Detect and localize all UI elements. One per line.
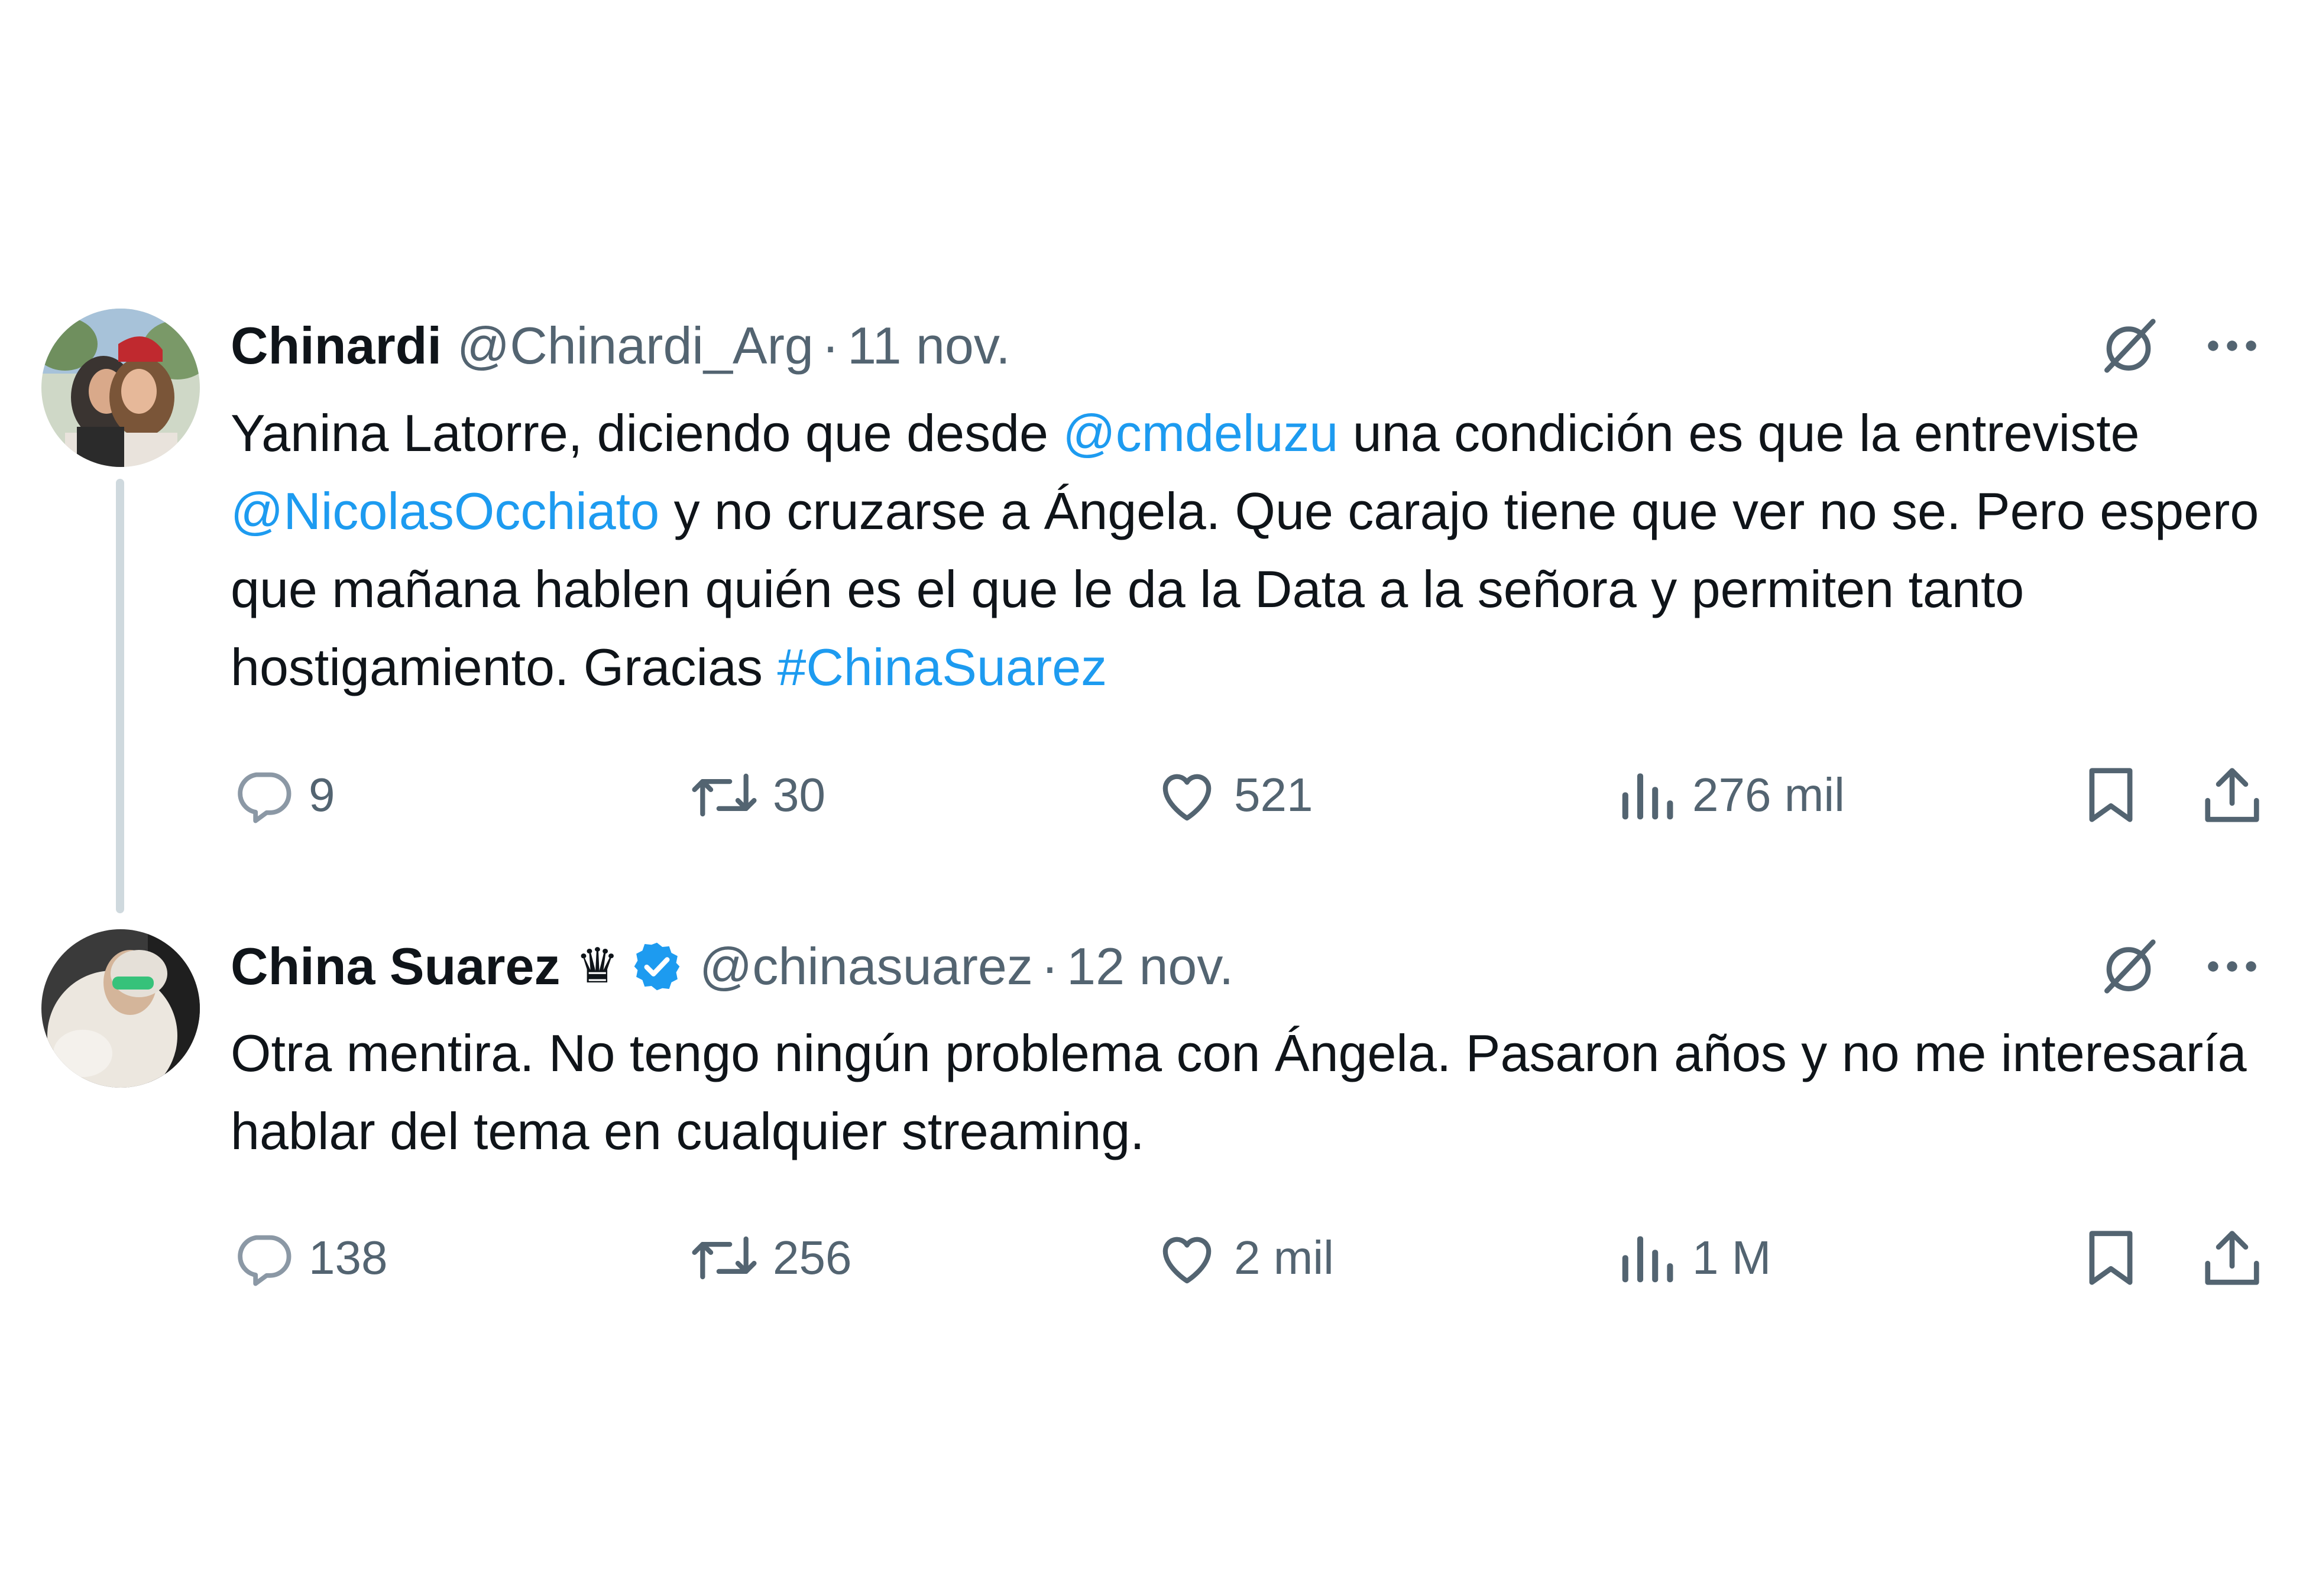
bookmark-icon: [2089, 1231, 2133, 1285]
display-name[interactable]: China Suarez: [231, 937, 560, 996]
more-icon[interactable]: [2197, 931, 2268, 1002]
share-button[interactable]: [2200, 1217, 2265, 1299]
tweet-actions: 9 30 521 276 mil: [231, 754, 2288, 836]
tweet-date[interactable]: 12 nov.: [1067, 937, 1233, 996]
tweet-text-part: una condición es que la entreviste: [1338, 404, 2140, 462]
heart-icon: [1162, 774, 1212, 821]
user-handle[interactable]: @Chinardi_Arg: [457, 316, 814, 375]
more-icon[interactable]: [2197, 310, 2268, 381]
like-button[interactable]: 2 mil: [1153, 1217, 1334, 1299]
views-button[interactable]: 1 M: [1614, 1217, 1771, 1299]
crown-badge-icon: ♛: [575, 939, 619, 993]
grok-icon[interactable]: [2093, 931, 2164, 1002]
repost-count: 256: [773, 1231, 852, 1284]
avatar-chinasuarez[interactable]: [41, 929, 200, 1088]
bookmark-button[interactable]: [2078, 754, 2143, 836]
verified-badge-icon[interactable]: [630, 939, 684, 994]
reply-count: 138: [309, 1231, 388, 1284]
reply-icon: [238, 1235, 292, 1286]
views-button[interactable]: 276 mil: [1614, 754, 1845, 836]
hashtag-link[interactable]: #ChinaSuarez: [777, 638, 1107, 696]
like-count: 2 mil: [1234, 1231, 1334, 1284]
share-icon: [2205, 768, 2259, 822]
tweet-actions: 138 256 2 mil 1 M: [231, 1217, 2288, 1299]
repost-button[interactable]: 30: [689, 754, 825, 836]
tweet-text-part: Yanina Latorre, diciendo que desde: [231, 404, 1063, 462]
reply-count: 9: [309, 768, 335, 821]
separator-dot: ·: [821, 316, 840, 375]
display-name[interactable]: Chinardi: [231, 316, 442, 375]
tweet-text: Otra mentira. No tengo ningún problema c…: [231, 1024, 2247, 1160]
repost-icon: [692, 1236, 757, 1280]
tweet-header: China Suarez ♛ @chinasuarez · 12 nov.: [231, 937, 1233, 996]
reply-button[interactable]: 138: [231, 1217, 387, 1299]
repost-count: 30: [773, 768, 825, 821]
repost-icon: [692, 773, 757, 817]
avatar-chinardi[interactable]: [41, 309, 200, 467]
repost-button[interactable]: 256: [689, 1217, 851, 1299]
thread-connector-line: [116, 479, 124, 913]
tweet-header: Chinardi @Chinardi_Arg · 11 nov.: [231, 316, 1011, 375]
tweet-date[interactable]: 11 nov.: [847, 316, 1011, 375]
tweet-chinardi[interactable]: Chinardi @Chinardi_Arg · 11 nov. Yanina …: [0, 0, 2306, 922]
mention-link[interactable]: @cmdeluzu: [1063, 404, 1338, 462]
like-button[interactable]: 521: [1153, 754, 1313, 836]
bookmark-button[interactable]: [2078, 1217, 2143, 1299]
tweet-chinasuarez[interactable]: China Suarez ♛ @chinasuarez · 12 nov. Ot…: [0, 922, 2306, 1336]
bookmark-icon: [2089, 768, 2133, 822]
mention-link[interactable]: @NicolasOcchiato: [231, 482, 659, 540]
tweet-text: Yanina Latorre, diciendo que desde @cmde…: [231, 394, 2282, 706]
views-count: 276 mil: [1692, 768, 1845, 821]
share-button[interactable]: [2200, 754, 2265, 836]
views-chart-icon: [1622, 773, 1673, 820]
views-count: 1 M: [1692, 1231, 1771, 1284]
separator-dot: ·: [1041, 937, 1059, 995]
user-handle[interactable]: @chinasuarez: [699, 937, 1033, 996]
reply-button[interactable]: 9: [231, 754, 335, 836]
share-icon: [2205, 1231, 2259, 1285]
reply-icon: [238, 772, 292, 823]
grok-icon[interactable]: [2093, 310, 2164, 381]
heart-icon: [1162, 1237, 1212, 1284]
like-count: 521: [1234, 768, 1313, 821]
views-chart-icon: [1622, 1236, 1673, 1283]
